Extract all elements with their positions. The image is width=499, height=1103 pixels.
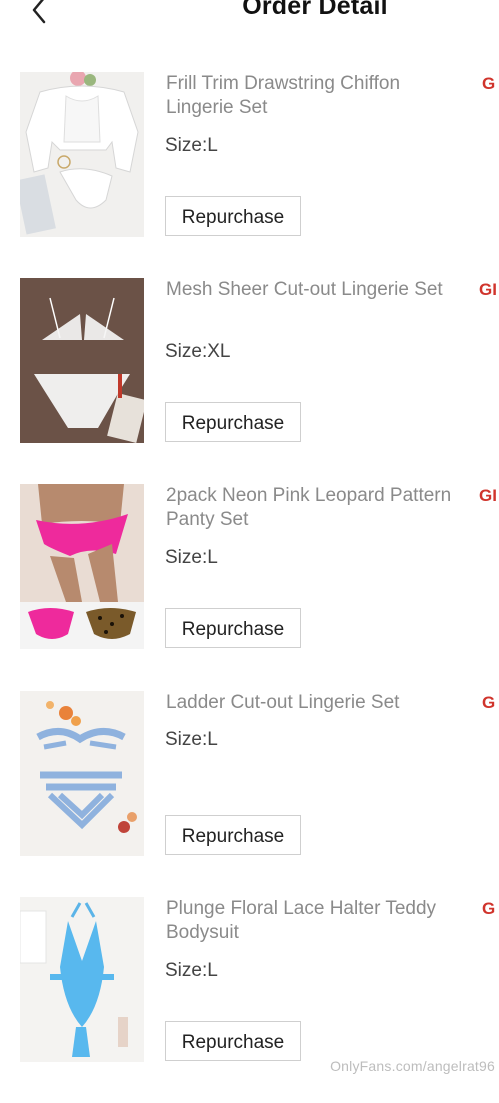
product-name[interactable]: Mesh Sheer Cut-out Lingerie Set [166, 278, 456, 302]
product-image[interactable] [20, 278, 144, 443]
status-tag: GI [479, 486, 497, 505]
product-name[interactable]: 2pack Neon Pink Leopard Pattern Panty Se… [166, 484, 456, 532]
status-tag: G [482, 74, 496, 93]
product-size: Size:L [165, 729, 218, 750]
status-tag: G [482, 693, 496, 712]
repurchase-button[interactable]: Repurchase [165, 608, 301, 648]
product-image[interactable] [20, 72, 144, 237]
order-item: Frill Trim Drawstring Chiffon Lingerie S… [0, 72, 499, 278]
order-item: Mesh Sheer Cut-out Lingerie Set Size:XL … [0, 278, 499, 484]
product-name[interactable]: Frill Trim Drawstring Chiffon Lingerie S… [166, 72, 456, 120]
header-bar: Order Detail [0, 0, 499, 40]
status-tag: GI [479, 280, 497, 299]
product-size: Size:XL [165, 341, 231, 362]
repurchase-button[interactable]: Repurchase [165, 1021, 301, 1061]
product-size: Size:L [165, 135, 218, 156]
product-image[interactable] [20, 897, 144, 1062]
page-title: Order Detail [242, 0, 388, 20]
order-item: Ladder Cut-out Lingerie Set Size:L Repur… [0, 691, 499, 897]
product-size: Size:L [165, 547, 218, 568]
product-name[interactable]: Ladder Cut-out Lingerie Set [166, 691, 456, 715]
order-item: 2pack Neon Pink Leopard Pattern Panty Se… [0, 484, 499, 690]
product-name[interactable]: Plunge Floral Lace Halter Teddy Bodysuit [166, 897, 456, 945]
status-tag: G [482, 899, 496, 918]
repurchase-button[interactable]: Repurchase [165, 402, 301, 442]
product-size: Size:L [165, 960, 218, 981]
product-image[interactable] [20, 691, 144, 856]
watermark: OnlyFans.com/angelrat96 [330, 1058, 495, 1074]
repurchase-button[interactable]: Repurchase [165, 815, 301, 855]
repurchase-button[interactable]: Repurchase [165, 196, 301, 236]
product-image[interactable] [20, 484, 144, 649]
